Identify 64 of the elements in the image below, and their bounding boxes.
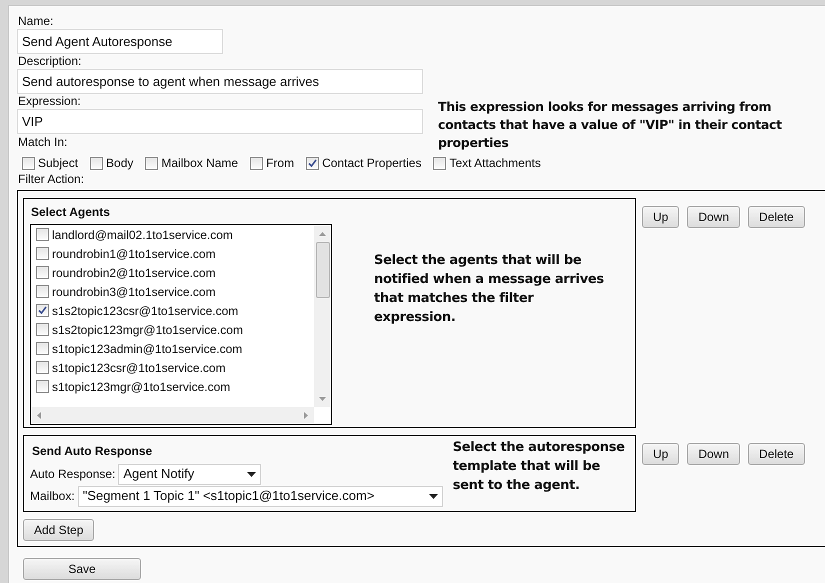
- checkbox-label: From: [266, 155, 294, 172]
- dropdown[interactable]: Agent Notify: [118, 464, 262, 484]
- checkbox[interactable]: [36, 228, 49, 241]
- save-button[interactable]: Save: [23, 558, 141, 580]
- dropdown-caret-icon: [428, 494, 438, 498]
- step-action-button[interactable]: Delete: [748, 443, 805, 465]
- step-action-button[interactable]: Delete: [748, 206, 805, 228]
- checkbox[interactable]: [250, 156, 264, 170]
- section-title: Select Agents: [31, 204, 111, 221]
- step-action-button[interactable]: Down: [687, 443, 740, 465]
- select-label: Auto Response:: [30, 466, 116, 483]
- checked-checkbox[interactable]: [306, 156, 320, 170]
- scroll-arrow-icon[interactable]: [37, 412, 41, 419]
- checkbox-label: Subject: [38, 155, 78, 172]
- horizontal-scrollbar[interactable]: [31, 407, 314, 424]
- field-label: Expression:: [18, 94, 82, 108]
- text-field[interactable]: Send Agent Autoresponse: [17, 29, 223, 54]
- help-note: Select the agents that will be notified when a message arrives that matches the filter expression.: [374, 252, 605, 327]
- scroll-arrow-icon[interactable]: [319, 232, 326, 236]
- step-action-button[interactable]: Down: [687, 206, 740, 228]
- agent-label: s1topic123csr@1to1service.com: [52, 360, 226, 376]
- checkbox[interactable]: [433, 156, 446, 170]
- agent-label: roundrobin2@1to1service.com: [52, 264, 216, 282]
- dropdown[interactable]: "Segment 1 Topic 1" <s1topic1@1to1service.com>: [78, 486, 443, 506]
- checkbox[interactable]: [22, 156, 35, 170]
- checkbox[interactable]: [36, 380, 49, 393]
- checkbox[interactable]: [36, 285, 49, 298]
- checkbox-label: Contact Properties: [322, 155, 422, 172]
- help-note: Select the autoresponse template that will be sent to the agent.: [452, 439, 626, 495]
- field-label: Filter Action:: [18, 172, 86, 186]
- checkbox[interactable]: [36, 342, 49, 355]
- step-action-button[interactable]: Up: [642, 206, 680, 228]
- section-title: Send Auto Response: [32, 443, 154, 460]
- checkbox[interactable]: [36, 247, 49, 260]
- add-step-button[interactable]: Add Step: [23, 519, 94, 541]
- agent-label: s1topic123mgr@1to1service.com: [52, 378, 230, 396]
- select-label: Mailbox:: [30, 488, 75, 505]
- step-action-button[interactable]: Up: [642, 443, 680, 465]
- text-field[interactable]: Send autoresponse to agent when message arrives: [17, 69, 423, 94]
- agent-label: roundrobin3@1to1service.com: [52, 284, 216, 300]
- checkbox-label: Text Attachments: [449, 155, 541, 172]
- agent-label: roundrobin1@1to1service.com: [52, 246, 216, 262]
- dropdown-caret-icon: [247, 472, 256, 476]
- scroll-arrow-icon[interactable]: [319, 396, 326, 400]
- field-label: Match In:: [18, 135, 68, 149]
- scroll-arrow-icon[interactable]: [304, 412, 308, 419]
- field-label: Description:: [18, 54, 82, 68]
- vertical-scrollbar[interactable]: [314, 225, 331, 407]
- checked-checkbox[interactable]: [36, 304, 49, 317]
- agent-label: s1s2topic123csr@1to1service.com: [52, 302, 238, 320]
- checkbox[interactable]: [36, 361, 49, 374]
- help-note: This expression looks for messages arriving from contacts that have a value of "VIP" in their contact properties: [438, 98, 783, 152]
- agent-label: s1s2topic123mgr@1to1service.com: [52, 322, 243, 338]
- text-field[interactable]: VIP: [17, 109, 423, 134]
- checkbox[interactable]: [90, 156, 104, 170]
- checkbox[interactable]: [145, 156, 158, 170]
- checkbox[interactable]: [36, 323, 49, 336]
- checkbox-label: Body: [106, 155, 134, 172]
- scrollbar-thumb[interactable]: [316, 242, 330, 298]
- agent-label: s1topic123admin@1to1service.com: [52, 340, 242, 358]
- checkbox-label: Mailbox Name: [161, 155, 238, 172]
- field-label: Name:: [18, 14, 54, 28]
- checkbox[interactable]: [36, 266, 49, 279]
- agent-label: landlord@mail02.1to1service.com: [52, 226, 233, 244]
